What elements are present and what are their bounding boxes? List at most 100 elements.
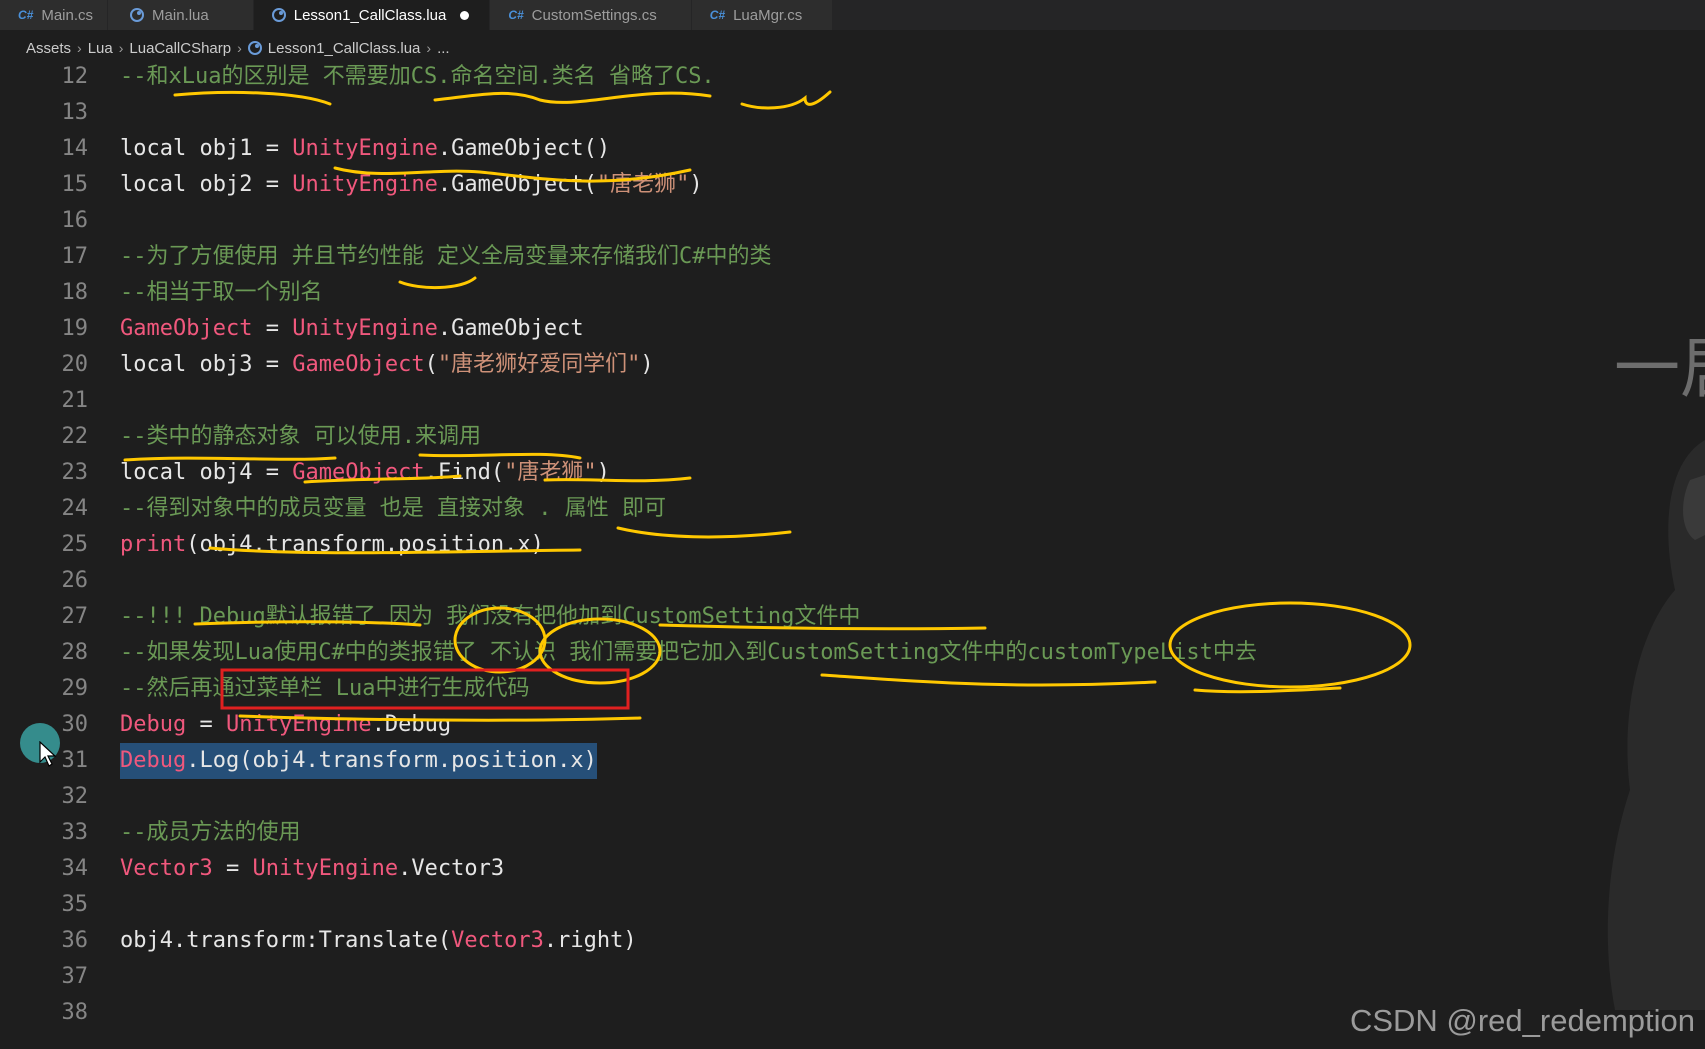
code-line-23[interactable]: local obj4 = GameObject.Find("唐老狮") xyxy=(120,455,610,491)
token-keyword: local xyxy=(120,352,187,377)
csharp-icon: C# xyxy=(18,8,34,22)
token-op: = xyxy=(265,352,279,377)
breadcrumb-item[interactable]: Lesson1_CallClass.lua xyxy=(268,40,421,57)
line-number: 20 xyxy=(61,352,89,377)
code-line-31-selected[interactable]: Debug.Log(obj4.transform.position.x) xyxy=(120,743,597,779)
token-class: Debug xyxy=(120,748,187,773)
line-number: 28 xyxy=(61,640,89,665)
tab-label: Lesson1_CallClass.lua xyxy=(293,6,447,24)
token-member: .right) xyxy=(543,928,637,953)
token-member: .GameObject xyxy=(437,316,584,341)
token-class: GameObject xyxy=(292,460,425,485)
token-op: = xyxy=(225,856,240,881)
lua-icon xyxy=(271,8,286,22)
tab-label: LuaMgr.cs xyxy=(733,6,803,24)
watermark: CSDN @red_redemption xyxy=(1349,1003,1695,1038)
token-member: .Vector3 xyxy=(398,856,505,881)
code-line-30[interactable]: Debug = UnityEngine.Debug xyxy=(120,707,451,743)
code-line-20[interactable]: local obj3 = GameObject("唐老狮好爱同学们") xyxy=(120,347,654,383)
token-namespace: UnityEngine xyxy=(292,136,438,161)
line-number: 15 xyxy=(61,172,89,197)
breadcrumb-item[interactable]: Assets xyxy=(26,40,71,57)
lua-icon xyxy=(247,41,262,55)
chevron-right-icon: › xyxy=(118,40,124,56)
token-call: .GameObject() xyxy=(437,136,611,161)
code-line-25[interactable]: print(obj4.transform.position.x) xyxy=(120,527,544,563)
code-line-27[interactable]: --!!! Debug默认报错了 因为 我们没有把他加到CustomSettin… xyxy=(120,599,860,635)
breadcrumb-item[interactable]: ... xyxy=(437,40,450,57)
token-class: GameObject xyxy=(292,352,425,377)
background-figure-silhouette xyxy=(1607,440,1705,1010)
code-line-22[interactable]: --类中的静态对象 可以使用.来调用 xyxy=(120,419,481,455)
line-number: 18 xyxy=(61,280,89,305)
token-punct: ( xyxy=(424,352,438,377)
unsaved-dot-icon[interactable] xyxy=(460,10,470,20)
line-number: 26 xyxy=(61,568,89,593)
token-op: = xyxy=(265,172,279,197)
token-args: (obj4.transform.position.x) xyxy=(186,532,544,557)
token-keyword: local xyxy=(120,136,187,161)
token-punct: ) xyxy=(640,352,654,377)
token-class: Debug xyxy=(120,712,187,737)
code-line-12[interactable]: --和xLua的区别是 不需要加CS.命名空间.类名 省略了CS. xyxy=(120,59,715,95)
token-op: = xyxy=(265,316,279,341)
line-number: 32 xyxy=(61,784,89,809)
tab-lesson1-callclass[interactable]: Lesson1_CallClass.lua xyxy=(253,0,491,30)
tab-luamgr[interactable]: C# LuaMgr.cs xyxy=(691,0,834,30)
token-keyword: local xyxy=(120,460,187,485)
code-line-15[interactable]: local obj2 = UnityEngine.GameObject("唐老狮… xyxy=(120,167,703,203)
code-line-34[interactable]: Vector3 = UnityEngine.Vector3 xyxy=(120,851,504,887)
csharp-icon: C# xyxy=(709,8,726,22)
token-namespace: UnityEngine xyxy=(292,316,438,341)
token-call: .GameObject( xyxy=(437,172,597,197)
token-keyword: local xyxy=(120,172,187,197)
token-call: .Log(obj4.transform.position.x) xyxy=(186,748,597,773)
tab-main-cs[interactable]: C# Main.cs xyxy=(0,0,109,30)
token-var: obj1 xyxy=(199,136,253,161)
token-call: .Find( xyxy=(424,460,505,485)
tab-customsettings[interactable]: C# CustomSettings.cs xyxy=(490,0,692,30)
tab-label: Main.lua xyxy=(152,6,209,24)
lua-icon xyxy=(130,8,145,22)
code-line-36[interactable]: obj4.transform:Translate(Vector3.right) xyxy=(120,923,637,959)
line-number: 34 xyxy=(61,856,89,881)
code-line-29[interactable]: --然后再通过菜单栏 Lua中进行生成代码 xyxy=(120,671,529,707)
code-line-33[interactable]: --成员方法的使用 xyxy=(120,815,301,851)
line-number: 27 xyxy=(61,604,89,629)
code-line-17[interactable]: --为了方便使用 并且节约性能 定义全局变量来存储我们C#中的类 xyxy=(120,239,771,275)
line-number: 37 xyxy=(61,964,89,989)
token-call: obj4.transform:Translate( xyxy=(120,928,452,953)
line-number: 25 xyxy=(61,532,89,557)
token-class: GameObject xyxy=(120,316,253,341)
code-line-24[interactable]: --得到对象中的成员变量 也是 直接对象 . 属性 即可 xyxy=(120,491,666,527)
token-class: Vector3 xyxy=(120,856,213,881)
line-number: 33 xyxy=(61,820,89,845)
tab-main-lua[interactable]: Main.lua xyxy=(108,0,254,30)
token-string: "唐老狮好爱同学们" xyxy=(437,352,641,377)
line-number: 16 xyxy=(61,208,89,233)
token-class: Vector3 xyxy=(451,928,544,953)
code-line-18[interactable]: --相当于取一个别名 xyxy=(120,275,323,311)
line-number: 35 xyxy=(61,892,89,917)
token-punct: ) xyxy=(689,172,703,197)
breadcrumb-item[interactable]: Lua xyxy=(88,40,113,57)
token-namespace: UnityEngine xyxy=(252,856,399,881)
token-member: .Debug xyxy=(371,712,452,737)
tab-label: Main.cs xyxy=(41,6,94,24)
code-line-14[interactable]: local obj1 = UnityEngine.GameObject() xyxy=(120,131,610,167)
chevron-right-icon: › xyxy=(77,40,82,56)
line-number: 21 xyxy=(61,388,89,413)
tab-label: CustomSettings.cs xyxy=(531,6,657,24)
line-number: 22 xyxy=(61,424,89,449)
breadcrumb-item[interactable]: LuaCallCSharp xyxy=(129,40,231,57)
code-line-19[interactable]: GameObject = UnityEngine.GameObject xyxy=(120,311,584,347)
line-number: 14 xyxy=(61,136,89,161)
breadcrumb: Assets › Lua › LuaCallCSharp › Lesson1_C… xyxy=(0,34,1705,62)
csharp-icon: C# xyxy=(508,8,524,22)
token-op: = xyxy=(265,136,279,161)
code-editor[interactable]: 12 13 14 15 16 17 18 19 20 21 22 23 24 2… xyxy=(0,62,1705,1049)
line-number: 12 xyxy=(61,64,89,89)
mouse-pointer-icon xyxy=(39,741,57,767)
code-line-28[interactable]: --如果发现Lua使用C#中的类报错了 不认识 我们需要把它加入到CustomS… xyxy=(120,635,1257,671)
line-number: 29 xyxy=(61,676,89,701)
